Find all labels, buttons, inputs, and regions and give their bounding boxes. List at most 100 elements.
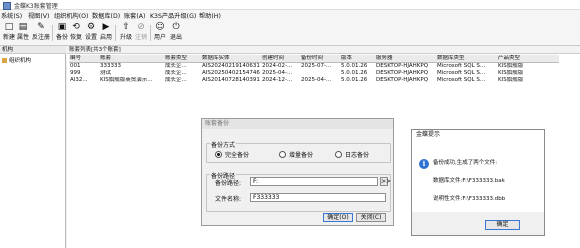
table-row[interactable]: 999 测试 成长企... AIS20250402154746 2025-04-… (69, 70, 559, 77)
menu-organization[interactable]: 组织机构(O) (54, 11, 88, 20)
menu-help[interactable]: 帮助(H) (199, 11, 221, 20)
title-bar: 金蝶K3账套管理 (0, 0, 580, 10)
cell-db-type: Microsoft SQL S... (437, 70, 486, 76)
cell-product: KIS旗舰版 (498, 70, 524, 76)
radio-icon (335, 151, 342, 158)
folder-icon (2, 58, 7, 63)
unregister-button[interactable]: ✎ 反注册 (32, 22, 50, 44)
toolbar: □ 新建 ▤ 属性 ✎ 反注册 ▣ 备份 ⟲ 恢复 ⚙ 设置 ▶ 启用 ⇧ 升级… (0, 21, 580, 46)
cell-db-type: Microsoft SQL S... (437, 63, 486, 69)
org-tree-panel: 机构 组织机构 (0, 46, 66, 248)
app-icon (3, 2, 11, 10)
backup-method-group: 备份方式 完全备份 增量备份 日志备份 (206, 140, 391, 163)
cell-version: 5.0.01.26 (341, 63, 368, 69)
incremental-backup-radio[interactable]: 增量备份 (279, 150, 313, 159)
file-name-label: 文件名称: (215, 196, 242, 203)
cell-created: 2025-04-... (262, 70, 293, 76)
cell-type: 成长企... (165, 77, 187, 83)
menu-database[interactable]: 数据库(D) (92, 11, 120, 20)
menu-view[interactable]: 视图(V) (28, 11, 49, 20)
backup-method-label: 备份方式 (210, 140, 237, 149)
cell-server: DESKTOP-HJAHKPQ (376, 63, 429, 69)
backup-dialog-title: 账套备份 (202, 119, 393, 129)
column-header[interactable]: 备份时间 (301, 55, 338, 62)
cell-db-instance: AIS20240219140631 (202, 63, 260, 69)
message-box-body: i 备份成功,生成了两个文件: 数据库文件:F:\F333333.bak 说明性… (412, 140, 544, 212)
backup-path-group: 备份路径 备份路径: >> 文件名称: (206, 171, 391, 212)
new-icon: □ (4, 22, 14, 32)
menu-upgrade[interactable]: K3S产品升级(G) (150, 11, 196, 20)
cell-backup-time: 2025-04-... (301, 77, 332, 83)
message-ok-button[interactable]: 确定 (485, 220, 520, 230)
log-backup-label: 日志备份 (345, 152, 370, 159)
table-row[interactable]: AI32... KIS旗舰版商贸演示... 成长企... AIS20140728… (69, 77, 559, 84)
message-box: 金蝶提示 i 备份成功,生成了两个文件: 数据库文件:F:\F333333.ba… (411, 129, 545, 236)
table-header-row: 编号 账套 账套类型 数据库实体 创建时间 备份时间 版本 服务器 数据库类型 … (69, 55, 559, 63)
cell-backup-time: 2025-07-... (301, 63, 332, 69)
column-header[interactable]: 账套 (100, 55, 137, 62)
org-tree-node[interactable]: 组织机构 (2, 56, 31, 64)
table-row[interactable]: 001 333333 成长企... AIS20240219140631 2024… (69, 63, 559, 70)
exit-icon: ⏻ (172, 22, 180, 32)
cell-product: KIS旗舰版 (498, 77, 524, 83)
unregister-icon: ✎ (37, 22, 45, 32)
user-icon: ☺ (155, 22, 165, 32)
cell-version: 5.0.01.26 (341, 70, 368, 76)
cell-server: DESKTOP-HJAHKPQ (376, 77, 429, 83)
cell-name: 333333 (100, 63, 121, 69)
cell-db-instance: AIS20140728140391 (202, 77, 260, 83)
cell-id: 999 (70, 70, 81, 76)
radio-selected-icon (215, 151, 222, 158)
cell-name: KIS旗舰版商贸演示... (100, 77, 153, 83)
exit-button[interactable]: ⏻ 退出 (168, 22, 184, 44)
exit-label: 退出 (169, 34, 182, 41)
cell-type: 成长企... (165, 63, 187, 69)
ok-button[interactable]: 确定(O) (323, 213, 353, 222)
account-list-header: 账套列表[共3个账套] (67, 46, 580, 54)
menu-system[interactable]: 系统(S) (1, 11, 22, 20)
org-tree-header: 机构 (0, 46, 66, 54)
restore-icon: ⟲ (72, 22, 80, 32)
message-line-2: 数据库文件:F:\F333333.bak (433, 178, 505, 184)
upgrade-icon: ⇧ (122, 22, 130, 32)
file-name-input[interactable] (250, 193, 386, 202)
column-header[interactable]: 服务器 (376, 55, 436, 62)
radio-icon (279, 151, 286, 158)
cell-server: DESKTOP-HJAHKPQ (376, 70, 429, 76)
menu-bar: 系统(S) 视图(V) 组织机构(O) 数据库(D) 账套(A) K3S产品升级… (0, 10, 580, 21)
incremental-backup-label: 增量备份 (289, 152, 314, 159)
column-header[interactable]: 数据库类型 (437, 55, 497, 62)
cell-id: 001 (70, 63, 81, 69)
cell-created: 2024-12-... (262, 77, 293, 83)
full-backup-radio[interactable]: 完全备份 (215, 150, 249, 159)
log-backup-radio[interactable]: 日志备份 (335, 150, 369, 159)
logout-icon: ⊘ (137, 22, 145, 32)
cell-db-type: Microsoft SQL S... (437, 77, 486, 83)
cell-name: 测试 (100, 70, 112, 76)
cell-id: AI32... (70, 77, 88, 83)
column-header[interactable]: 数据库实体 (202, 55, 262, 62)
cell-db-instance: AIS20250402154746 (202, 70, 260, 76)
column-header[interactable]: 版本 (341, 55, 378, 62)
cell-product: KIS旗舰版 (498, 63, 524, 69)
message-box-title: 金蝶提示 (412, 130, 544, 140)
column-header[interactable]: 产品类型 (498, 55, 538, 62)
logout-button[interactable]: ⊘ 注销 (133, 22, 149, 44)
backup-path-input[interactable] (250, 177, 378, 186)
menu-account[interactable]: 账套(A) (124, 11, 145, 20)
column-header[interactable]: 创建时间 (262, 55, 299, 62)
enable-icon: ▶ (102, 22, 110, 32)
cell-version: 5.0.01.26 (341, 77, 368, 83)
cell-type: 成长企... (165, 70, 187, 76)
backup-dialog: 账套备份 备份方式 完全备份 增量备份 日志备份 备份路径 备份路径: >> 文… (201, 118, 394, 226)
column-header[interactable]: 账套类型 (165, 55, 202, 62)
browse-button[interactable]: >> (380, 177, 391, 186)
column-header[interactable]: 编号 (70, 55, 100, 62)
backup-icon: ▣ (57, 22, 67, 32)
message-line-1: 备份成功,生成了两个文件: (433, 160, 498, 166)
settings-icon: ⚙ (86, 22, 96, 32)
backup-path-label: 备份路径: (215, 180, 242, 187)
properties-icon: ▤ (18, 22, 28, 32)
close-button[interactable]: 关闭(C) (356, 213, 386, 222)
enable-button[interactable]: ▶ 启用 (98, 22, 114, 44)
